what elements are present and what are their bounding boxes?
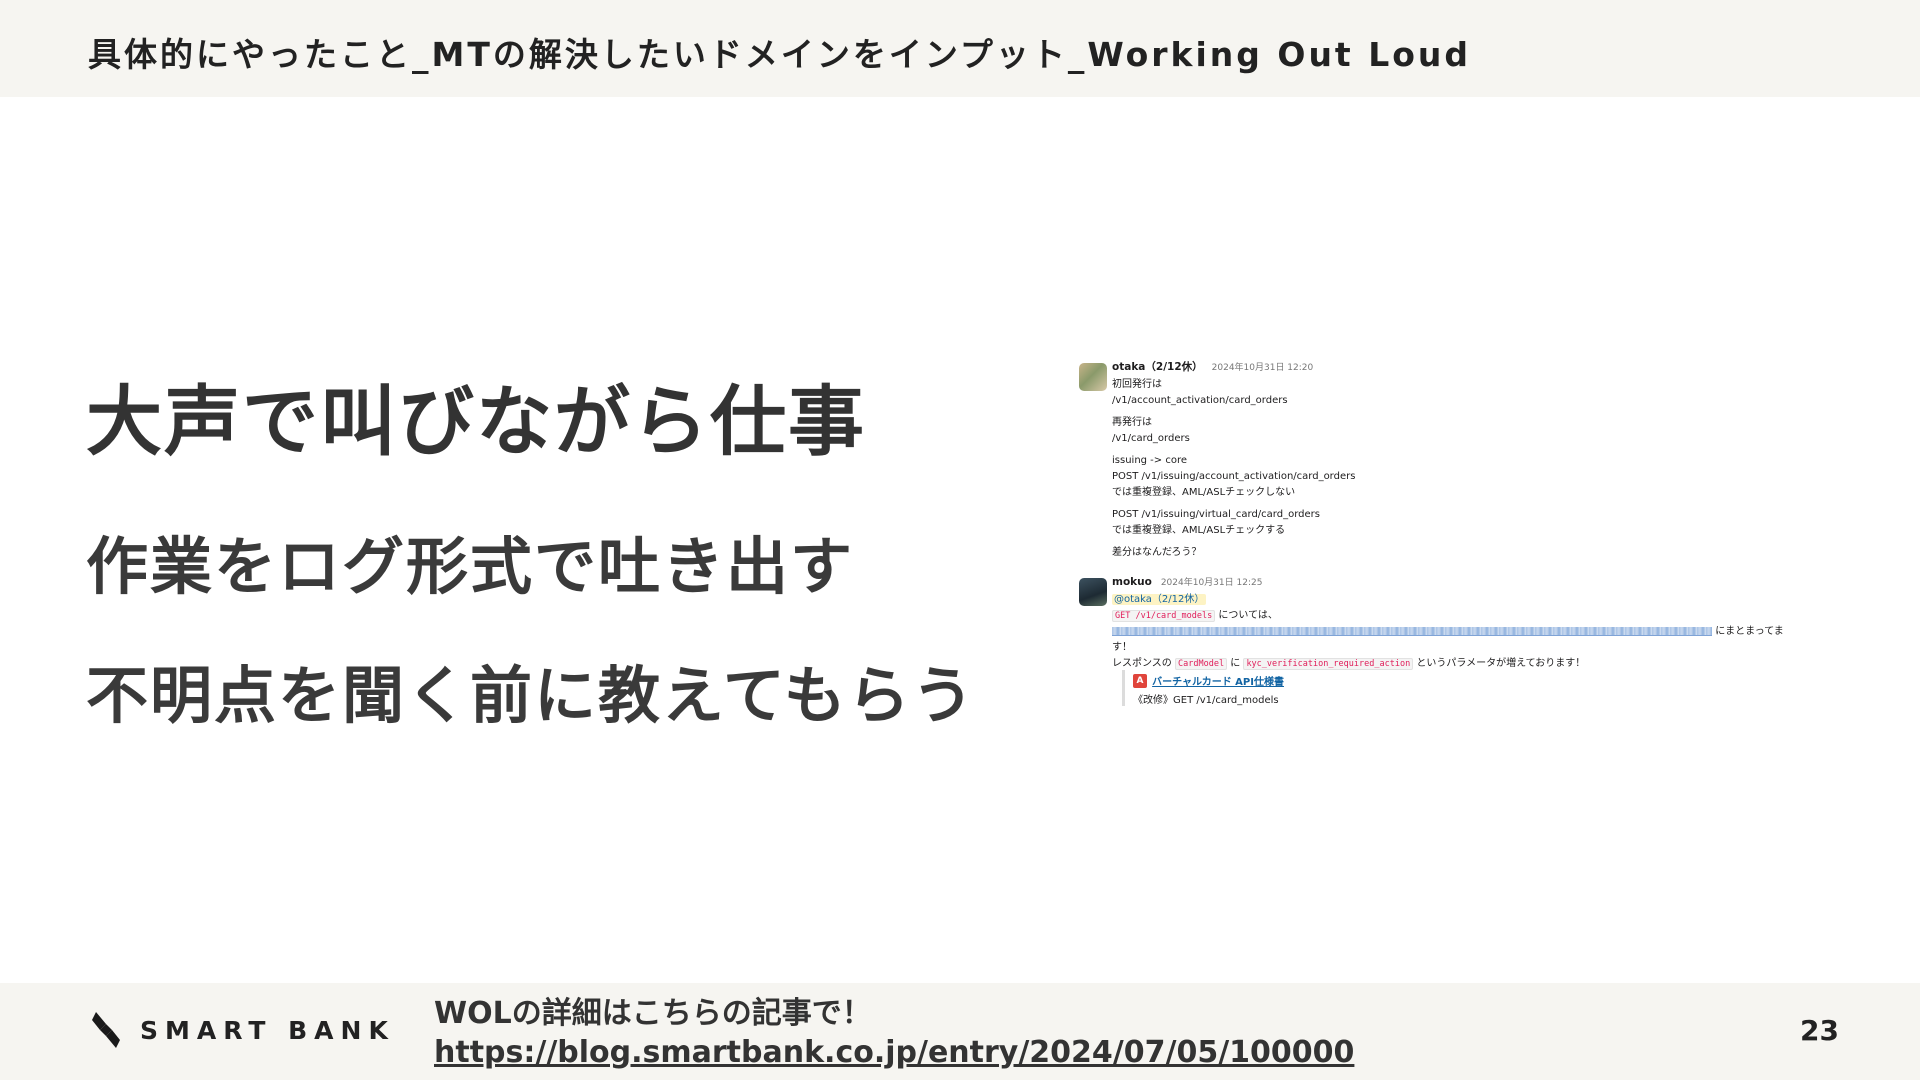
message-line: /v1/card_orders bbox=[1112, 433, 1190, 444]
message-text: レスポンスの bbox=[1112, 658, 1172, 669]
inline-code: kyc_verification_required_action bbox=[1243, 658, 1414, 670]
smartbank-logo: SMART BANK bbox=[90, 1010, 395, 1050]
message-line: POST /v1/issuing/account_activation/card… bbox=[1112, 471, 1356, 482]
document-icon: A bbox=[1133, 673, 1147, 688]
smartbank-logo-icon bbox=[92, 1012, 120, 1048]
message-line: issuing -> core bbox=[1112, 455, 1188, 466]
attachment[interactable]: A バーチャルカード API仕様書 《改修》GET /v1/card_model… bbox=[1122, 670, 1284, 706]
message-timestamp[interactable]: 2024年10月31日 12:25 bbox=[1161, 577, 1263, 590]
message-text: す！ bbox=[1112, 642, 1132, 653]
slide-title: 具体的にやったこと_MTの解決したいドメインをインプット_Working Out… bbox=[88, 35, 1472, 74]
footer-note: WOLの詳細はこちらの記事で！ bbox=[434, 996, 872, 1031]
message-line: 再発行は bbox=[1112, 417, 1152, 428]
message-timestamp[interactable]: 2024年10月31日 12:20 bbox=[1212, 362, 1314, 375]
message-line: では重複登録、AML/ASLチェックする bbox=[1112, 525, 1286, 536]
message-line: /v1/account_activation/card_orders bbox=[1112, 395, 1288, 406]
point-log-output: 作業をログ形式で吐き出す bbox=[86, 530, 855, 603]
header-bar: 具体的にやったこと_MTの解決したいドメインをインプット_Working Out… bbox=[0, 0, 1920, 97]
attachment-subtitle: 《改修》GET /v1/card_models bbox=[1133, 695, 1279, 706]
message-text: というパラメータが増えております！ bbox=[1416, 658, 1586, 669]
redacted-link[interactable] bbox=[1112, 626, 1712, 636]
logo-text: SMART BANK bbox=[140, 1015, 395, 1045]
message-line: POST /v1/issuing/virtual_card/card_order… bbox=[1112, 509, 1320, 520]
message-text: に bbox=[1230, 658, 1241, 669]
attachment-link[interactable]: バーチャルカード API仕様書 bbox=[1152, 677, 1284, 688]
user-mention[interactable]: @otaka（2/12休） bbox=[1112, 594, 1207, 605]
message-line: では重複登録、AML/ASLチェックしない bbox=[1112, 487, 1296, 498]
avatar bbox=[1079, 578, 1107, 606]
inline-code: CardModel bbox=[1175, 658, 1228, 670]
slack-screenshot: otaka（2/12休） 2024年10月31日 12:20 初回発行は /v1… bbox=[1070, 355, 1800, 715]
message-author[interactable]: otaka（2/12休） bbox=[1112, 361, 1203, 374]
page-number: 23 bbox=[1800, 1014, 1839, 1047]
message-line: 初回発行は bbox=[1112, 379, 1162, 390]
avatar bbox=[1079, 363, 1107, 391]
inline-code: GET /v1/card_models bbox=[1112, 610, 1216, 622]
headline: 大声で叫びながら仕事 bbox=[86, 377, 866, 466]
message-author[interactable]: mokuo bbox=[1112, 576, 1152, 589]
message-line: 差分はなんだろう？ bbox=[1112, 547, 1202, 558]
message-text: にまとまってま bbox=[1715, 626, 1784, 637]
point-ask-before: 不明点を聞く前に教えてもらう bbox=[86, 659, 976, 732]
blog-link[interactable]: https://blog.smartbank.co.jp/entry/2024/… bbox=[434, 1035, 1354, 1070]
message-text: については、 bbox=[1218, 610, 1278, 621]
